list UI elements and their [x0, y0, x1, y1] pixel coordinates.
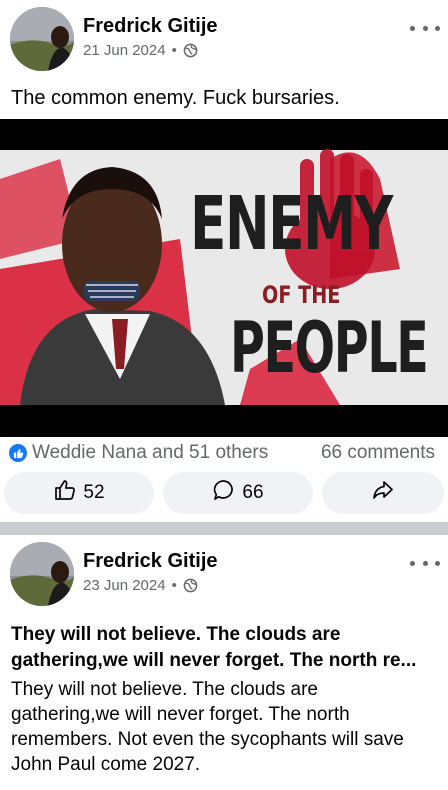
avatar[interactable]	[10, 7, 74, 71]
avatar[interactable]	[10, 542, 74, 606]
post-image[interactable]: ENEMY OF THE PEOPLE	[0, 119, 448, 437]
post-title: They will not believe. The clouds are ga…	[11, 624, 417, 671]
post-caption: The common enemy. Fuck bursaries.	[11, 87, 340, 109]
reactions-summary[interactable]: Weddie Nana and 51 others	[32, 442, 268, 464]
comment-bubble-icon	[212, 478, 236, 508]
post-date[interactable]: 21 Jun 2024	[83, 42, 166, 59]
action-bar: 52 66	[0, 472, 448, 516]
image-text-of-the: OF THE	[262, 281, 341, 309]
reaction-stats: Weddie Nana and 51 others 66 comments	[0, 439, 448, 467]
image-text-enemy: ENEMY	[190, 181, 393, 267]
comment-button[interactable]: 66	[163, 472, 313, 514]
author-name[interactable]: Fredrick Gitije	[83, 550, 218, 573]
like-reaction-icon	[9, 444, 27, 462]
meta-separator: •	[171, 577, 177, 594]
image-text-people: PEOPLE	[230, 307, 429, 389]
more-options-button[interactable]	[410, 553, 440, 573]
more-options-button[interactable]	[410, 18, 440, 38]
author-name[interactable]: Fredrick Gitije	[83, 15, 218, 38]
like-count: 52	[83, 482, 105, 503]
share-button[interactable]	[322, 472, 444, 514]
post-meta: 23 Jun 2024 •	[83, 577, 198, 594]
comment-count: 66	[242, 482, 264, 503]
comments-summary[interactable]: 66 comments	[321, 442, 435, 464]
meta-separator: •	[171, 42, 177, 59]
like-button[interactable]: 52	[4, 472, 154, 514]
post-meta: 21 Jun 2024 •	[83, 42, 198, 59]
share-arrow-icon	[371, 478, 395, 508]
post-header: Fredrick Gitije 21 Jun 2024 •	[0, 0, 448, 75]
globe-icon	[183, 43, 198, 58]
post-card: Fredrick Gitije 23 Jun 2024 • They will …	[0, 535, 448, 790]
post-body: They will not believe. The clouds are ga…	[11, 679, 404, 775]
post-card: Fredrick Gitije 21 Jun 2024 • The common…	[0, 0, 448, 522]
feed-divider	[0, 522, 448, 535]
globe-icon	[183, 578, 198, 593]
post-date[interactable]: 23 Jun 2024	[83, 577, 166, 594]
thumbs-up-icon	[53, 478, 77, 508]
post-header: Fredrick Gitije 23 Jun 2024 •	[0, 535, 448, 610]
